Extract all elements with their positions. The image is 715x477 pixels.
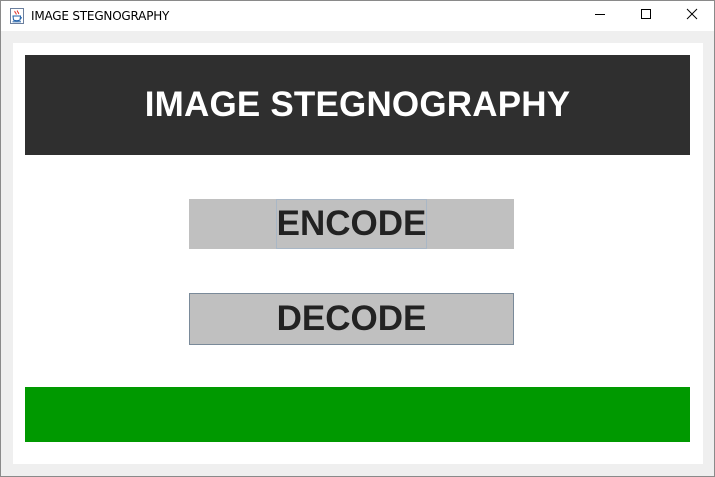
- header-banner: IMAGE STEGNOGRAPHY: [25, 55, 690, 155]
- close-icon: [686, 7, 698, 25]
- encode-button[interactable]: ENCODE: [189, 199, 514, 249]
- minimize-icon: [594, 7, 606, 25]
- encode-button-label: ENCODE: [275, 199, 428, 249]
- window-title: IMAGE STEGNOGRAPHY: [31, 9, 170, 23]
- app-window: IMAGE STEGNOGRAPHY IMAGE STEGNOGRAPHY EN…: [0, 0, 715, 477]
- status-bar: [25, 387, 690, 442]
- title-bar[interactable]: IMAGE STEGNOGRAPHY: [1, 1, 714, 31]
- close-button[interactable]: [669, 1, 714, 31]
- decode-button[interactable]: DECODE: [189, 293, 514, 345]
- main-panel: IMAGE STEGNOGRAPHY ENCODE DECODE: [13, 43, 703, 464]
- minimize-button[interactable]: [577, 1, 623, 31]
- page-title: IMAGE STEGNOGRAPHY: [144, 85, 571, 124]
- java-cup-icon: [10, 8, 24, 24]
- maximize-icon: [640, 7, 652, 25]
- maximize-button[interactable]: [623, 1, 669, 31]
- decode-button-label: DECODE: [276, 299, 427, 338]
